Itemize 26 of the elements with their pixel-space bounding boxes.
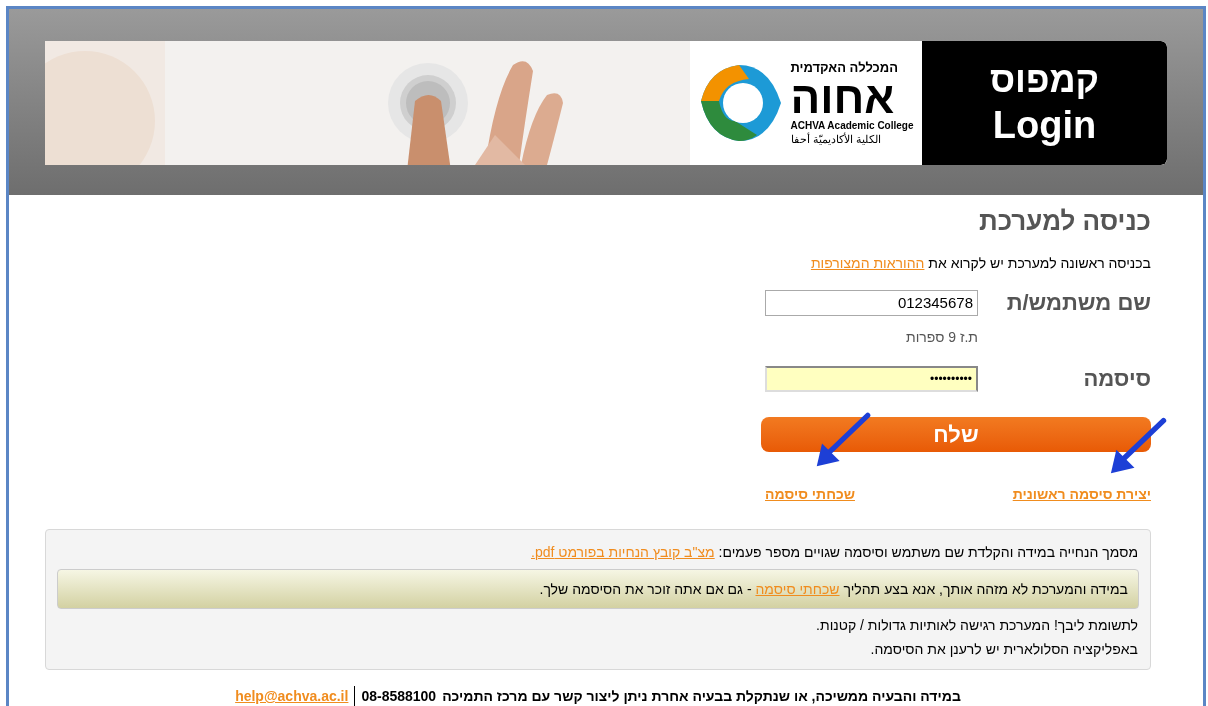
forgot-password-link[interactable]: שכחתי סיסמה [755, 580, 840, 597]
password-link[interactable]: יצירת סיסמה ראשונית [1012, 484, 1151, 505]
username-field[interactable]: 012345678 [765, 289, 978, 316]
campus-title: קמפוס [989, 57, 1100, 102]
support-text: במידה והבעיה ממשיכה, או שנתקלת בבעיה אחרת ניתן ליצור קשר עם מרכז התמיכה [442, 687, 961, 706]
college-arabic-name: الكلية الأكاديميّة أحفا [790, 132, 881, 147]
college-name: אחוה [790, 76, 895, 120]
login-title: Login [992, 102, 1097, 148]
notice-highlight-text: במידה והמערכת לא מזהה אותך, אנא בצע תהליך שכחתי סיסמה - גם אם אתה זוכר את הסיסמה שלך. [539, 579, 1128, 599]
notice-text: לתשומת ליבך! המערכת רגישה לאותיות גדולות / קטנות. [815, 616, 1138, 635]
submit-button[interactable]: שלח [761, 417, 1151, 452]
username-label: שם משתמש/ת [1006, 289, 1151, 317]
instructions-link[interactable]: ההוראות המצורפות [810, 255, 925, 271]
notice-text: מסמך הנחייה במידה והקלדת שם משתמש וסיסמה שגויים מספר פעמים: מצ"ב קובץ הנחיות בפורמט pdf. [530, 543, 1138, 562]
support-phone: 08-8588100 [354, 686, 437, 706]
support-email[interactable]: help@achva.ac.il [235, 686, 349, 706]
password-field[interactable]: •••••••••• [765, 365, 978, 392]
password-label: סיסמה [1083, 365, 1151, 393]
college-english-name: ACHVA Academic College [790, 120, 914, 132]
password-link[interactable]: שכחתי סיסמה [765, 484, 855, 505]
pdf-link[interactable]: מצ"ב קובץ הנחיות בפורמט pdf. [531, 544, 715, 560]
intro-text: בכניסה ראשונה למערכת יש לקרוא את ההוראות המצורפות [809, 254, 1151, 273]
username-hint: ת.ז 9 ספרות [904, 328, 978, 347]
page-title: כניסה למערכת [978, 205, 1151, 238]
college-tagline: המכללה האקדמית [790, 59, 899, 76]
notice-text: באפליקציה הסלולארית יש לרענן את הסיסמה. [869, 640, 1138, 659]
